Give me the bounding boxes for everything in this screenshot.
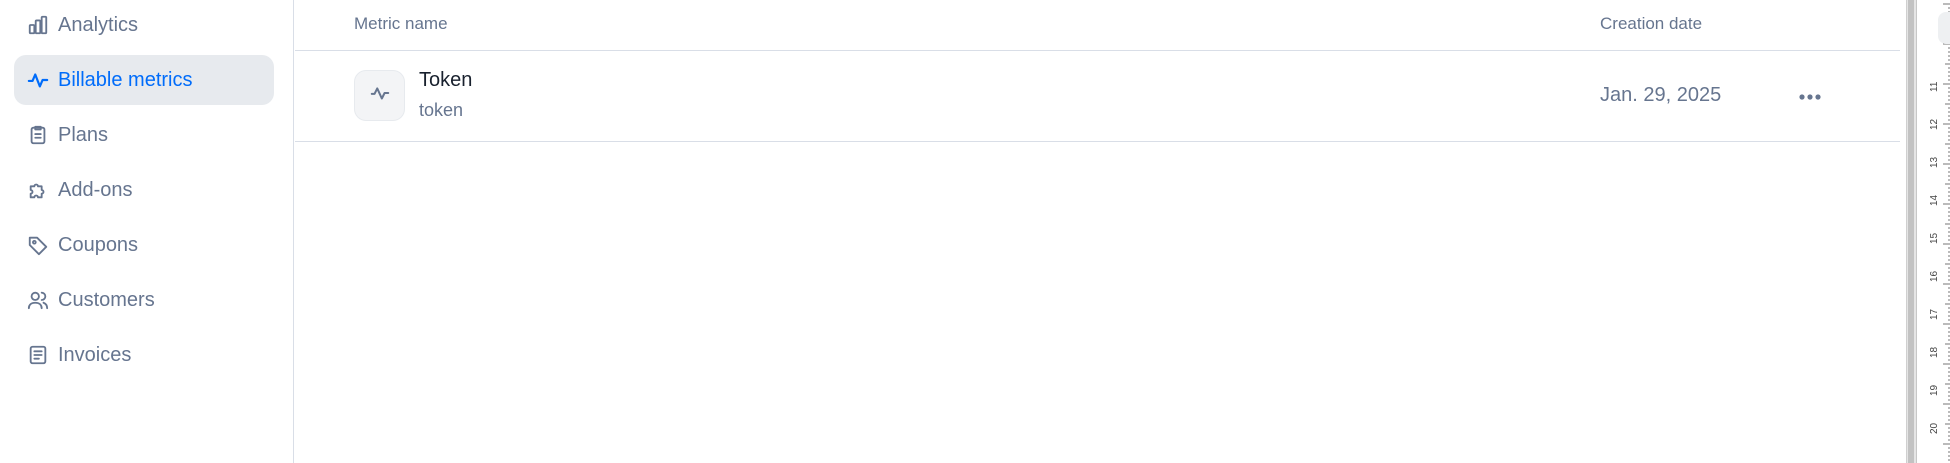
vertical-ruler: 11 12 13 14 15 16 17 18 19 20 [1916,0,1950,463]
ruler-label: 15 [1929,232,1940,244]
ruler-label: 11 [1929,81,1940,92]
ruler-label: 17 [1929,308,1940,320]
ruler-tab[interactable] [1938,12,1950,44]
ruler-label: 18 [1929,346,1940,358]
sidebar-item-invoices[interactable]: Invoices [14,330,274,380]
pulse-icon [27,69,49,91]
sidebar-item-label: Add-ons [58,178,133,201]
sidebar-item-label: Billable metrics [58,68,193,91]
clipboard-icon [27,124,49,146]
column-header-metric-name: Metric name [354,14,448,33]
scrollbar-thumb[interactable] [1908,0,1914,463]
column-header-creation-date: Creation date [1600,14,1703,33]
sidebar-item-label: Analytics [58,13,139,36]
metric-code: token [419,100,464,120]
billable-metrics-table: Metric name Creation date Token token Ja… [295,0,1900,463]
tag-icon [27,234,49,256]
ruler-label: 16 [1929,270,1940,282]
document-icon [27,344,49,366]
ruler-label: 14 [1929,194,1940,206]
ruler-label: 19 [1929,384,1940,396]
sidebar-item-add-ons[interactable]: Add-ons [14,165,274,215]
ruler-label: 20 [1929,422,1940,434]
creation-date: Jan. 29, 2025 [1600,84,1722,106]
users-icon [27,289,49,311]
bar-chart-icon [27,14,49,36]
metric-avatar [354,70,405,121]
sidebar-item-label: Coupons [58,233,139,256]
metric-name: Token [419,69,473,91]
sidebar-item-coupons[interactable]: Coupons [14,220,274,270]
pulse-icon [369,82,391,109]
sidebar-item-analytics[interactable]: Analytics [14,0,274,50]
ruler-label: 12 [1929,118,1940,130]
sidebar-item-label: Invoices [58,343,132,366]
more-actions-button[interactable] [1790,77,1830,117]
sidebar-item-billable-metrics[interactable]: Billable metrics [14,55,274,105]
sidebar-item-label: Plans [58,123,109,146]
table-row[interactable]: Token token Jan. 29, 2025 [295,51,1900,142]
sidebar: Analytics Billable metrics Plans Add-ons [0,0,294,463]
table-header: Metric name Creation date [295,0,1900,51]
sidebar-item-customers[interactable]: Customers [14,275,274,325]
more-horizontal-icon [1798,88,1822,106]
sidebar-item-plans[interactable]: Plans [14,110,274,160]
sidebar-item-label: Customers [58,288,155,311]
puzzle-icon [27,179,49,201]
ruler-label: 13 [1929,156,1940,168]
